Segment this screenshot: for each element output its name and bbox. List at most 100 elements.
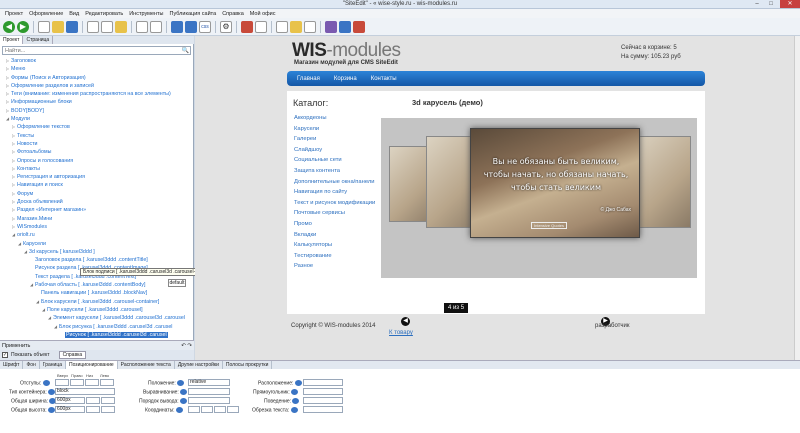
css-icon[interactable]: css bbox=[199, 20, 211, 33]
menu-view[interactable]: Вид bbox=[66, 11, 82, 17]
menu-design[interactable]: Оформление bbox=[26, 11, 66, 17]
behavior-select[interactable] bbox=[303, 397, 343, 404]
paste-icon[interactable] bbox=[115, 20, 127, 33]
tree-node[interactable]: Панель навигации [ .karusel3ddd .blockNa… bbox=[0, 289, 193, 297]
developer-link[interactable]: разработчик bbox=[595, 323, 630, 329]
carousel-item-right[interactable] bbox=[631, 136, 691, 228]
tree-node[interactable]: ▷ Форум bbox=[0, 190, 193, 198]
image-icon[interactable] bbox=[290, 20, 302, 33]
catalog-link[interactable]: Тестирование bbox=[294, 253, 375, 264]
catalog-link[interactable]: Промо bbox=[294, 221, 375, 232]
tree-node[interactable]: ◢ Блок карусели [ .karusel3ddd .carousel-… bbox=[0, 298, 193, 306]
help-icon[interactable] bbox=[180, 398, 188, 404]
maximize-button[interactable]: □ bbox=[764, 0, 778, 8]
nav-contacts[interactable]: Контакты bbox=[371, 76, 397, 82]
tree-node[interactable]: ▷ Опросы и голосования bbox=[0, 157, 193, 165]
catalog-link[interactable]: Слайдшоу bbox=[294, 147, 375, 158]
total-width-unit[interactable] bbox=[86, 397, 100, 404]
catalog-link[interactable]: Вкладки bbox=[294, 232, 375, 243]
tree-node[interactable]: ◢ oriolt.ru bbox=[0, 231, 193, 239]
open-folder-icon[interactable] bbox=[52, 20, 64, 33]
prev-arrow-icon[interactable]: ◀ bbox=[401, 317, 410, 326]
catalog-link[interactable]: Карусели bbox=[294, 126, 375, 137]
tab-border[interactable]: Граница bbox=[40, 361, 66, 369]
align-select[interactable] bbox=[188, 388, 230, 395]
tree-node[interactable]: ◢ Элемент карусели [ .karusel3ddd .carous… bbox=[0, 314, 193, 322]
minimize-button[interactable]: – bbox=[750, 0, 764, 8]
catalog-link[interactable]: Текст и рисунок модификации bbox=[294, 200, 375, 211]
tree-node[interactable]: ▷ Информационные блоки bbox=[0, 98, 193, 106]
tree-node[interactable]: ◢ 3d карусель [ karusel3ddd ] bbox=[0, 248, 193, 256]
catalog-link[interactable]: Почтовые сервисы bbox=[294, 210, 375, 221]
nav-home[interactable]: Главная bbox=[297, 76, 320, 82]
coord-top-input[interactable] bbox=[188, 406, 200, 413]
table-icon[interactable] bbox=[304, 20, 316, 33]
output-order-select[interactable] bbox=[188, 397, 230, 404]
default-badge[interactable]: default bbox=[168, 279, 186, 287]
office-icon[interactable] bbox=[339, 20, 351, 33]
tree-node[interactable]: ▷ Раздел «Интернет магазин» bbox=[0, 206, 193, 214]
show-object-checkbox[interactable]: ✓ bbox=[2, 352, 8, 358]
publish-icon[interactable] bbox=[241, 20, 253, 33]
indent-right-input[interactable] bbox=[70, 379, 84, 386]
tab-positioning[interactable]: Позиционирование bbox=[65, 361, 118, 369]
tree-node[interactable]: ◢ Рабочая область [ .karusel3ddd .content… bbox=[0, 281, 193, 289]
coord-bottom-input[interactable] bbox=[214, 406, 226, 413]
tree-node[interactable]: ▷ Тексты bbox=[0, 132, 193, 140]
tree-node[interactable]: ▷ Оформление разделов и записей bbox=[0, 82, 193, 90]
catalog-link[interactable]: Социальные сети bbox=[294, 157, 375, 168]
help-icon[interactable] bbox=[42, 380, 50, 386]
tab-font[interactable]: Шрифт bbox=[0, 361, 24, 369]
nav-cart[interactable]: Корзина bbox=[334, 76, 357, 82]
tree-node[interactable]: ▷ BODY[BODY] bbox=[0, 107, 193, 115]
forward-icon[interactable]: ▶ bbox=[17, 20, 29, 33]
document-icon[interactable] bbox=[255, 20, 267, 33]
carousel-item-active[interactable]: Вы не обязаны быть великим, чтобы начать… bbox=[470, 128, 640, 238]
tab-background[interactable]: Фон bbox=[23, 361, 40, 369]
tree-node[interactable]: ◢ Модули bbox=[0, 115, 193, 123]
tab-scrollbars[interactable]: Полосы прокрутки bbox=[223, 361, 273, 369]
tab-other-settings[interactable]: Другие настройки bbox=[175, 361, 223, 369]
tree-node[interactable]: ▷ Фотоальбомы bbox=[0, 148, 193, 156]
site-logo[interactable]: WIS-modules bbox=[292, 40, 401, 62]
indent-top-input[interactable] bbox=[55, 379, 69, 386]
container-type-select[interactable]: block bbox=[55, 388, 115, 395]
tree-node[interactable]: ▷ Контакты bbox=[0, 165, 193, 173]
help-icon[interactable] bbox=[292, 398, 300, 404]
catalog-link[interactable]: Галереи bbox=[294, 136, 375, 147]
redo-icon[interactable] bbox=[150, 20, 162, 33]
tree-node[interactable]: ▷ Навигация и поиск bbox=[0, 181, 193, 189]
menu-tools[interactable]: Инструменты bbox=[126, 11, 166, 17]
tree-node[interactable]: ▷ Доска объявлений bbox=[0, 198, 193, 206]
tab-page[interactable]: Страница bbox=[23, 36, 54, 44]
tree-node[interactable]: ◢ Карусели bbox=[0, 240, 193, 248]
tree-node[interactable]: ◢ Поле карусели [ .karusel3ddd .carousel] bbox=[0, 306, 193, 314]
catalog-link[interactable]: Дополнительные окна/панели bbox=[294, 179, 375, 190]
tree-node[interactable]: Рисунок [ .karusel3ddd .carusel3d .carus… bbox=[0, 331, 193, 339]
catalog-link[interactable]: Калькуляторы bbox=[294, 242, 375, 253]
help-icon[interactable] bbox=[180, 389, 188, 395]
location-select[interactable] bbox=[303, 379, 343, 386]
help-icon[interactable] bbox=[48, 407, 56, 413]
menu-edit[interactable]: Редактировать bbox=[82, 11, 126, 17]
help-icon[interactable] bbox=[291, 389, 299, 395]
search-icon[interactable]: 🔍 bbox=[181, 47, 190, 54]
tree-node[interactable]: ▷ Меню bbox=[0, 65, 193, 73]
tree-node[interactable]: ▷ Формы (Поиск и Авторизация) bbox=[0, 74, 193, 82]
search-input[interactable] bbox=[3, 47, 181, 54]
total-height-extra[interactable] bbox=[101, 406, 115, 413]
exit-icon[interactable] bbox=[353, 20, 365, 33]
tree-node[interactable]: ▷ Оформление текстов bbox=[0, 123, 193, 131]
coord-right-input[interactable] bbox=[201, 406, 213, 413]
tree-node[interactable]: ▷ WISmodules bbox=[0, 223, 193, 231]
total-width-extra[interactable] bbox=[101, 397, 115, 404]
tree-node[interactable]: ▷ Заголовок bbox=[0, 57, 193, 65]
tree-node[interactable]: ▷ Новости bbox=[0, 140, 193, 148]
catalog-link[interactable]: Разное bbox=[294, 263, 375, 274]
help-icon[interactable] bbox=[177, 380, 185, 386]
tab-text-layout[interactable]: Расположение текста bbox=[118, 361, 175, 369]
catalog-link[interactable]: Навигация по сайту bbox=[294, 189, 375, 200]
window-icon[interactable] bbox=[185, 20, 197, 33]
total-height-input[interactable]: 600px bbox=[55, 406, 85, 413]
menu-project[interactable]: Проект bbox=[2, 11, 26, 17]
